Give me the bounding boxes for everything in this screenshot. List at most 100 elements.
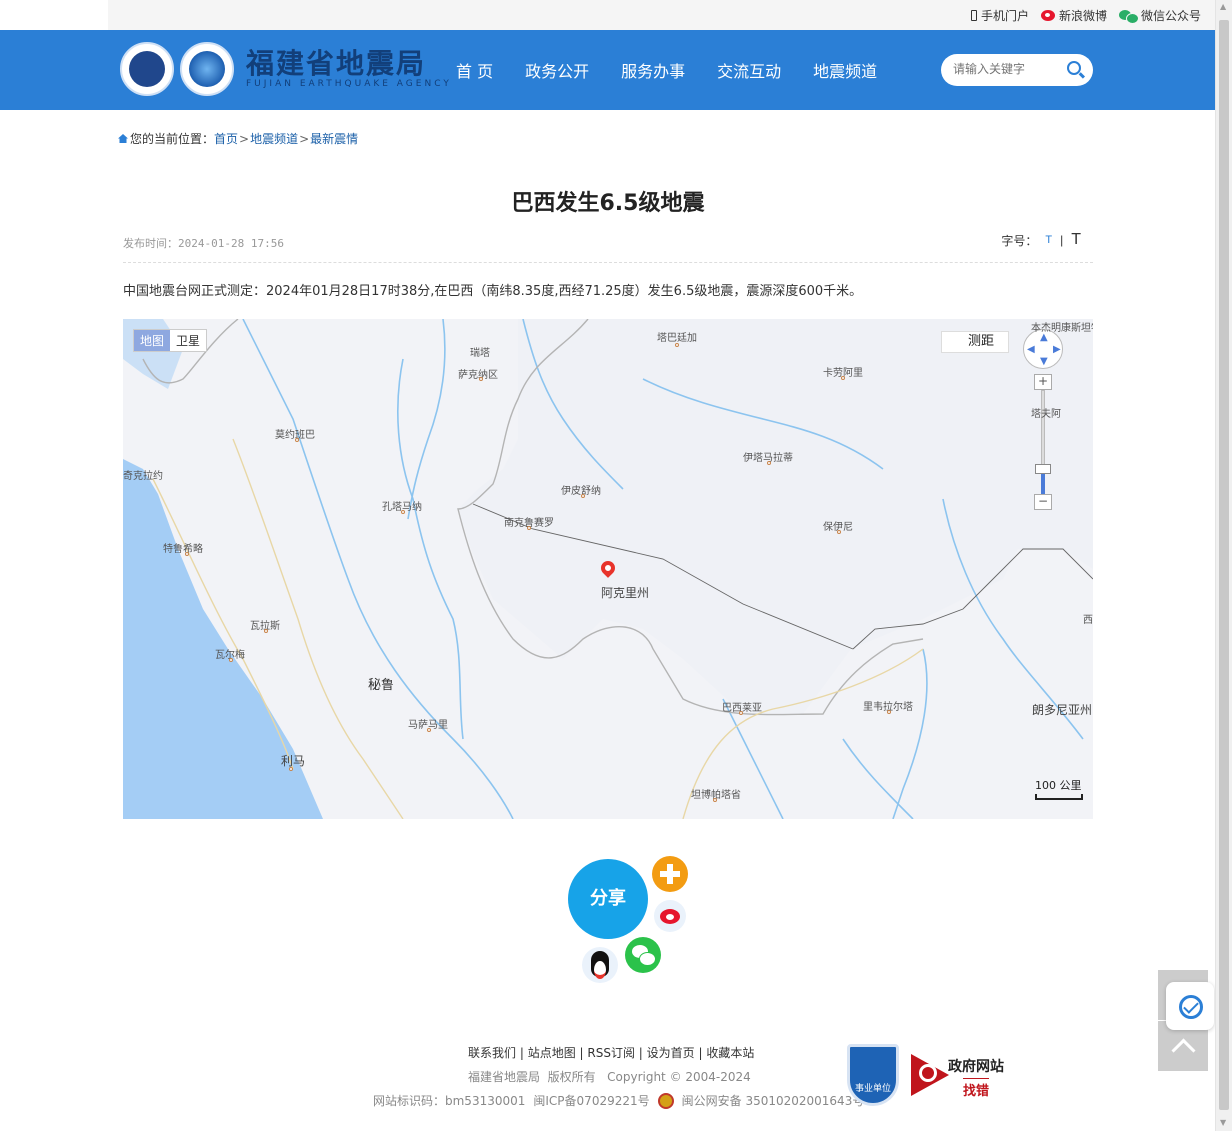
gov-site-error-report[interactable]: 政府网站 找错	[911, 1050, 1011, 1099]
map-label-epicenter: 阿克里州	[601, 586, 650, 600]
home-icon	[118, 134, 128, 143]
map-type-map[interactable]: 地图	[134, 330, 171, 351]
map-dot	[289, 767, 293, 771]
map-label: 奇克拉约	[123, 471, 163, 482]
icp-link[interactable]: 闽ICP备07029221号	[533, 1092, 649, 1109]
scrollbar-thumb[interactable]	[1219, 20, 1229, 1110]
footer-copyright: 福建省地震局 版权所有 Copyright © 2004-2024	[468, 1070, 751, 1084]
map-type-satellite[interactable]: 卫星	[170, 330, 206, 351]
nav-home[interactable]: 首 页	[440, 58, 509, 82]
seismic-emblem-icon	[120, 42, 174, 96]
share-qq-icon[interactable]	[582, 947, 618, 983]
article-title: 巴西发生6.5级地震	[511, 191, 705, 216]
map-dot	[479, 377, 483, 381]
site-logo[interactable]: 福建省地震局 FUJIAN EARTHQUAKE AGENCY	[120, 42, 452, 96]
zoom-control: + −	[1034, 374, 1052, 514]
map-label-country: 秘鲁	[368, 678, 395, 693]
map-label: 西	[1083, 615, 1093, 626]
share-button[interactable]: 分享	[568, 859, 648, 939]
mobile-portal-link[interactable]: 手机门户	[970, 7, 1029, 24]
fjea-emblem-icon	[180, 42, 234, 96]
map-label: 朗多尼亚州	[1032, 703, 1093, 717]
pan-right-icon[interactable]: ▶	[1053, 344, 1061, 355]
map-dot	[713, 798, 717, 802]
nav-government-affairs[interactable]: 政务公开	[509, 58, 605, 82]
nav-earthquake-channel[interactable]: 地震频道	[797, 58, 893, 82]
divider	[123, 262, 1093, 263]
map-label: 特鲁希略	[163, 544, 203, 555]
zoom-in-button[interactable]: +	[1034, 374, 1052, 390]
top-utility-bar: 手机门户 新浪微博 微信公众号	[108, 0, 1215, 30]
wechat-icon	[1118, 9, 1139, 24]
footer-link-set-homepage[interactable]: 设为首页	[647, 1046, 695, 1060]
font-large-button[interactable]: T	[1071, 231, 1081, 249]
public-institution-badge[interactable]: 事业单位	[847, 1044, 899, 1106]
nav-interaction[interactable]: 交流互动	[701, 58, 797, 82]
map-dot	[581, 494, 585, 498]
map-label: 塔巴廷加	[657, 333, 697, 344]
map-label: 塔夫阿	[1031, 409, 1061, 420]
accessibility-badge-icon[interactable]	[1166, 982, 1214, 1030]
logo-subtitle: FUJIAN EARTHQUAKE AGENCY	[246, 79, 452, 89]
footer-ids: 网站标识码：bm53130001 闽ICP备07029221号 闽公网安备 35…	[373, 1092, 865, 1109]
zoom-out-button[interactable]: −	[1034, 494, 1052, 510]
zoom-slider-handle[interactable]	[1035, 464, 1051, 474]
footer-link-rss[interactable]: RSS订阅	[587, 1046, 635, 1060]
weibo-icon	[1040, 10, 1055, 21]
map-dot	[527, 526, 531, 530]
share-more-icon[interactable]	[652, 856, 688, 892]
map-dot	[675, 343, 679, 347]
map-dot	[427, 728, 431, 732]
phone-icon	[970, 10, 977, 21]
map-label: 萨克纳区	[458, 370, 498, 381]
pan-down-icon[interactable]: ▼	[1040, 356, 1048, 367]
map-label: 瑞塔	[470, 348, 490, 359]
share-wechat-icon[interactable]	[625, 937, 661, 973]
footer-link-sitemap[interactable]: 站点地图	[528, 1046, 576, 1060]
wechat-link[interactable]: 微信公众号	[1118, 7, 1201, 24]
nav-services[interactable]: 服务办事	[605, 58, 701, 82]
police-badge-icon	[657, 1092, 674, 1109]
map-dot	[841, 376, 845, 380]
weibo-link[interactable]: 新浪微博	[1040, 7, 1107, 24]
epicenter-map[interactable]: 地图 卫星 测距 ▲ ▼ ◀ ▶ + − 100 公里 阿克里州 瑞塔 萨克纳区…	[123, 319, 1093, 819]
footer-links: 联系我们 | 站点地图 | RSS订阅 | 设为首页 | 收藏本站	[468, 1046, 755, 1060]
map-label: 利马	[281, 754, 306, 768]
police-record-link[interactable]: 闽公网安备 35010202001643号	[682, 1092, 865, 1109]
map-type-switch: 地图 卫星	[133, 329, 208, 352]
font-small-button[interactable]: T	[1045, 234, 1052, 246]
map-dot	[229, 658, 233, 662]
pan-left-icon[interactable]: ◀	[1027, 344, 1035, 355]
breadcrumb-earthquake-channel[interactable]: 地震频道	[250, 130, 298, 147]
breadcrumb-home[interactable]: 首页	[214, 130, 238, 147]
site-header: 福建省地震局 FUJIAN EARTHQUAKE AGENCY 首 页 政务公开…	[0, 30, 1215, 110]
map-dot	[887, 710, 891, 714]
article-body: 中国地震台网正式测定：2024年01月28日17时38分,在巴西（南纬8.35度…	[123, 284, 863, 299]
scroll-up-icon[interactable]: ▲	[1220, 2, 1226, 11]
map-dot	[767, 461, 771, 465]
search-input[interactable]	[953, 62, 1063, 76]
scroll-down-icon[interactable]: ▼	[1220, 1118, 1226, 1127]
page: 手机门户 新浪微博 微信公众号 福建省地震局 FUJIAN EARTHQUAKE…	[0, 0, 1232, 1131]
logo-title: 福建省地震局	[246, 47, 427, 80]
ruler-button[interactable]: 测距	[941, 331, 1009, 353]
search-icon[interactable]	[1067, 61, 1081, 75]
map-dot	[739, 711, 743, 715]
map-dot	[401, 510, 405, 514]
share-weibo-icon[interactable]	[654, 900, 686, 932]
footer-link-contact[interactable]: 联系我们	[468, 1046, 516, 1060]
breadcrumb: 您的当前位置： 首页 > 地震频道 > 最新震情	[118, 130, 358, 147]
vertical-scrollbar[interactable]: ▲ ▼	[1215, 0, 1232, 1131]
footer-link-bookmark[interactable]: 收藏本站	[706, 1046, 754, 1060]
map-dot	[185, 552, 189, 556]
scale-bar: 100 公里	[1035, 777, 1083, 800]
main-nav: 首 页 政务公开 服务办事 交流互动 地震频道	[440, 58, 893, 82]
breadcrumb-latest-quakes[interactable]: 最新震情	[310, 130, 358, 147]
pan-control[interactable]: ▲ ▼ ◀ ▶	[1023, 329, 1063, 369]
publish-time: 2024-01-28 17:56	[178, 237, 284, 250]
article-meta: 发布时间：2024-01-28 17:56 字号： T | T	[123, 231, 1081, 250]
font-size-control: 字号： T | T	[1001, 231, 1081, 249]
map-label: 本杰明康斯坦特	[1031, 323, 1093, 334]
map-dot	[295, 438, 299, 442]
map-dot	[264, 629, 268, 633]
